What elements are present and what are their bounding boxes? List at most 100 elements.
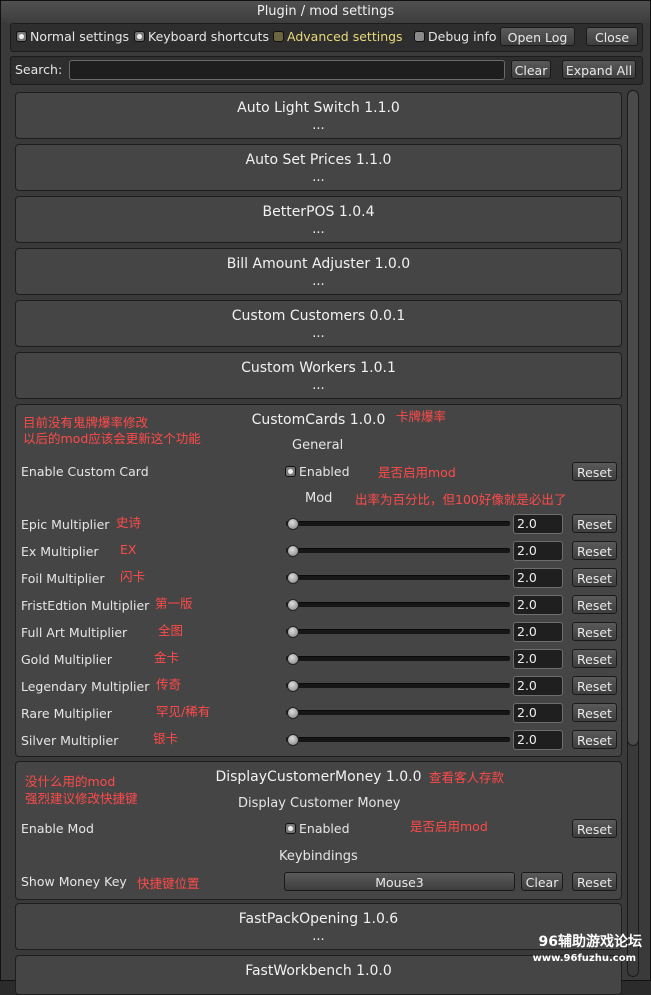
close-button[interactable]: Close xyxy=(586,27,638,46)
slider-thumb[interactable] xyxy=(287,734,299,746)
multiplier-value-input[interactable]: 2.0 xyxy=(513,676,563,696)
reset-button[interactable]: Reset xyxy=(572,730,617,749)
slider-thumb[interactable] xyxy=(287,707,299,719)
reset-button[interactable]: Reset xyxy=(572,541,617,560)
annotation: 快捷键位置 xyxy=(137,876,200,891)
plugin-card-betterpos[interactable]: BetterPOS 1.0.4 ... xyxy=(15,196,622,243)
slider-thumb[interactable] xyxy=(287,599,299,611)
search-bar: Search: Clear Expand All xyxy=(10,56,643,85)
reset-button[interactable]: Reset xyxy=(572,622,617,641)
reset-button[interactable]: Reset xyxy=(572,595,617,614)
multiplier-slider[interactable] xyxy=(286,629,510,634)
plugin-card-auto-set-prices[interactable]: Auto Set Prices 1.1.0 ... xyxy=(15,144,622,191)
plugin-collapsed-indicator: ... xyxy=(312,222,325,237)
multiplier-value-input[interactable]: 2.0 xyxy=(513,595,563,615)
slider-thumb[interactable] xyxy=(287,545,299,557)
multiplier-slider[interactable] xyxy=(286,521,510,526)
annotation: 史诗 xyxy=(116,515,142,530)
annotation: 传奇 xyxy=(156,677,182,692)
keybinding-clear-button[interactable]: Clear xyxy=(521,872,563,891)
annotation: 以后的mod应该会更新这个功能 xyxy=(23,431,201,446)
plugin-collapsed-indicator: ... xyxy=(312,326,325,341)
multiplier-slider[interactable] xyxy=(286,683,510,688)
reset-button[interactable]: Reset xyxy=(572,676,617,695)
plugin-collapsed-indicator: ... xyxy=(312,378,325,393)
reset-button[interactable]: Reset xyxy=(572,819,617,838)
annotation: 全图 xyxy=(158,623,184,638)
reset-button[interactable]: Reset xyxy=(572,872,617,891)
search-input[interactable] xyxy=(69,60,505,80)
multiplier-slider[interactable] xyxy=(286,548,510,553)
plugin-card-auto-light-switch[interactable]: Auto Light Switch 1.1.0 ... xyxy=(15,92,622,139)
annotation: 查看客人存款 xyxy=(429,770,505,785)
advanced-settings-toggle[interactable]: Advanced settings xyxy=(273,28,403,46)
enabled-label: Enabled xyxy=(299,464,350,479)
search-label: Search: xyxy=(15,62,63,77)
plugin-title: Custom Customers 0.0.1 xyxy=(231,308,406,324)
reset-button[interactable]: Reset xyxy=(572,568,617,587)
annotation: EX xyxy=(120,542,137,557)
multiplier-value-input[interactable]: 2.0 xyxy=(513,730,563,750)
plugin-collapsed-indicator: ... xyxy=(312,274,325,289)
slider-thumb[interactable] xyxy=(287,626,299,638)
plugin-card-bill-amount-adjuster[interactable]: Bill Amount Adjuster 1.0.0 ... xyxy=(15,248,622,295)
debug-info-label: Debug info xyxy=(428,29,497,44)
multiplier-slider[interactable] xyxy=(286,737,510,742)
plugin-title: Auto Light Switch 1.1.0 xyxy=(237,100,400,116)
annotation: 没什么用的mod xyxy=(25,774,116,789)
keybinding-button[interactable]: Mouse3 xyxy=(284,872,515,891)
enabled-checkbox[interactable]: Enabled xyxy=(285,464,350,479)
plugin-card-custom-customers[interactable]: Custom Customers 0.0.1 ... xyxy=(15,300,622,347)
multiplier-value-input[interactable]: 2.0 xyxy=(513,541,563,561)
plugin-card-fastworkbench[interactable]: FastWorkbench 1.0.0 xyxy=(15,955,622,995)
advanced-settings-label: Advanced settings xyxy=(287,29,403,44)
plugin-card-fastpackopening[interactable]: FastPackOpening 1.0.6 ... xyxy=(15,903,622,950)
plugin-title: Bill Amount Adjuster 1.0.0 xyxy=(226,256,411,272)
multiplier-value-input[interactable]: 2.0 xyxy=(513,568,563,588)
annotation: 金卡 xyxy=(154,650,180,665)
annotation: 是否启用mod xyxy=(378,465,456,480)
multiplier-value-input[interactable]: 2.0 xyxy=(513,649,563,669)
annotation: 强烈建议修改快捷键 xyxy=(25,791,138,806)
multiplier-slider[interactable] xyxy=(286,656,510,661)
plugin-title: Auto Set Prices 1.1.0 xyxy=(245,152,392,168)
keyboard-shortcuts-toggle[interactable]: Keyboard shortcuts xyxy=(134,28,269,46)
multiplier-value-input[interactable]: 2.0 xyxy=(513,622,563,642)
plugin-card-customcards: CustomCards 1.0.0 卡牌爆率 目前没有鬼牌爆率修改 以后的mod… xyxy=(15,404,622,757)
annotation: 卡牌爆率 xyxy=(396,409,447,424)
slider-thumb[interactable] xyxy=(287,653,299,665)
expand-all-button[interactable]: Expand All xyxy=(562,60,636,79)
debug-info-toggle[interactable]: Debug info xyxy=(414,28,497,46)
toolbar: Normal settings Keyboard shortcuts Advan… xyxy=(10,23,643,52)
enabled-checkbox[interactable]: Enabled xyxy=(285,821,350,836)
checkbox-icon xyxy=(16,31,27,42)
setting-label: Enable Custom Card xyxy=(21,464,149,479)
normal-settings-toggle[interactable]: Normal settings xyxy=(16,28,129,46)
plugin-title: Custom Workers 1.0.1 xyxy=(241,360,396,376)
section-header-keybindings: Keybindings xyxy=(279,849,358,864)
scrollbar-thumb[interactable] xyxy=(627,90,639,746)
reset-button[interactable]: Reset xyxy=(572,649,617,668)
section-header-general: General xyxy=(292,438,344,453)
enabled-label: Enabled xyxy=(299,821,350,836)
multiplier-slider[interactable] xyxy=(286,710,510,715)
slider-thumb[interactable] xyxy=(287,518,299,530)
multiplier-value-input[interactable]: 2.0 xyxy=(513,514,563,534)
slider-thumb[interactable] xyxy=(287,572,299,584)
checkbox-icon xyxy=(414,31,425,42)
slider-thumb[interactable] xyxy=(287,680,299,692)
annotation: 是否启用mod xyxy=(410,819,488,834)
open-log-button[interactable]: Open Log xyxy=(500,27,575,46)
multiplier-slider[interactable] xyxy=(286,602,510,607)
reset-button[interactable]: Reset xyxy=(572,514,617,533)
multiplier-label: Gold Multiplier xyxy=(21,652,112,667)
multiplier-value-input[interactable]: 2.0 xyxy=(513,703,563,723)
reset-button[interactable]: Reset xyxy=(572,462,617,481)
multiplier-label: Full Art Multiplier xyxy=(21,625,128,640)
window-title: Plugin / mod settings xyxy=(1,1,650,23)
reset-button[interactable]: Reset xyxy=(572,703,617,722)
plugin-card-custom-workers[interactable]: Custom Workers 1.0.1 ... xyxy=(15,352,622,399)
annotation: 第一版 xyxy=(155,596,193,611)
multiplier-slider[interactable] xyxy=(286,575,510,580)
search-clear-button[interactable]: Clear xyxy=(511,60,551,79)
